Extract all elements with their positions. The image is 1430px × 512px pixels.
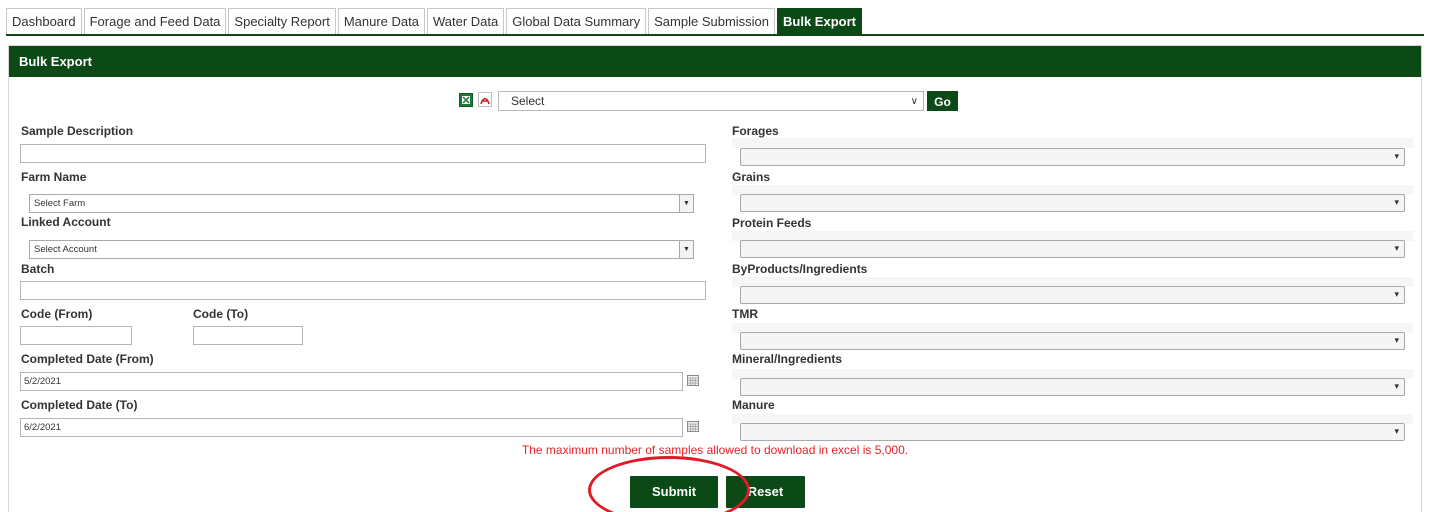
tab-water-data[interactable]: Water Data xyxy=(426,8,505,34)
tab-bulk-export[interactable]: Bulk Export xyxy=(777,8,862,34)
export-type-select[interactable]: Select ∨ xyxy=(498,91,924,111)
protein-feeds-select[interactable]: ▾ xyxy=(740,240,1405,258)
linked-account-select[interactable]: Select Account ▼ xyxy=(29,240,694,259)
chevron-down-icon: ▾ xyxy=(1394,151,1399,161)
sample-description-input[interactable] xyxy=(20,144,706,163)
chevron-down-icon: ▾ xyxy=(1394,426,1399,436)
tab-sample-submission[interactable]: Sample Submission xyxy=(648,8,776,34)
tab-specialty-report[interactable]: Specialty Report xyxy=(228,8,336,34)
calendar-icon[interactable] xyxy=(687,375,699,386)
linked-account-value: Select Account xyxy=(34,244,97,255)
pdf-icon[interactable] xyxy=(478,92,492,107)
mineral-ingredients-label: Mineral/Ingredients xyxy=(732,352,843,366)
forages-label: Forages xyxy=(732,124,779,138)
code-from-label: Code (From) xyxy=(21,307,93,321)
tab-manure-data[interactable]: Manure Data xyxy=(337,8,425,34)
sample-description-label: Sample Description xyxy=(21,124,134,138)
code-to-input[interactable] xyxy=(193,326,303,345)
batch-label: Batch xyxy=(21,262,55,276)
main-tabs: Dashboard Forage and Feed Data Specialty… xyxy=(6,6,864,34)
batch-input[interactable] xyxy=(20,281,706,300)
tab-global-data-summary[interactable]: Global Data Summary xyxy=(506,8,647,34)
tabs-underline xyxy=(6,34,1424,36)
chevron-down-icon: ▾ xyxy=(1394,197,1399,207)
tab-forage-and-feed-data[interactable]: Forage and Feed Data xyxy=(83,8,227,34)
chevron-down-icon: ▾ xyxy=(1394,289,1399,299)
farm-name-label: Farm Name xyxy=(21,170,87,184)
forages-row-bg xyxy=(732,138,1413,148)
reset-button[interactable]: Reset xyxy=(726,476,805,508)
completed-date-from-label: Completed Date (From) xyxy=(21,352,154,366)
manure-label: Manure xyxy=(732,398,775,412)
calendar-icon[interactable] xyxy=(687,421,699,432)
byproducts-ingredients-select[interactable]: ▾ xyxy=(740,286,1405,304)
farm-name-select[interactable]: Select Farm ▼ xyxy=(29,194,694,213)
linked-account-label: Linked Account xyxy=(21,215,111,229)
tmr-label: TMR xyxy=(732,307,758,321)
forages-select[interactable]: ▾ xyxy=(740,148,1405,166)
code-from-input[interactable] xyxy=(20,326,132,345)
panel-title: Bulk Export xyxy=(9,46,1421,77)
grains-select[interactable]: ▾ xyxy=(740,194,1405,212)
chevron-down-icon: ▾ xyxy=(1394,243,1399,253)
completed-date-to-label: Completed Date (To) xyxy=(21,398,138,412)
protein-feeds-label: Protein Feeds xyxy=(732,216,812,230)
code-to-label: Code (To) xyxy=(193,307,249,321)
completed-date-from-input[interactable]: 5/2/2021 xyxy=(20,372,683,391)
tab-dashboard[interactable]: Dashboard xyxy=(6,8,82,34)
export-type-value: Select xyxy=(511,94,545,108)
submit-button[interactable]: Submit xyxy=(630,476,718,508)
excel-icon[interactable] xyxy=(459,93,473,107)
chevron-down-icon: ▾ xyxy=(1394,335,1399,345)
manure-select[interactable]: ▾ xyxy=(740,423,1405,441)
grains-label: Grains xyxy=(732,170,771,184)
chevron-down-icon: ∨ xyxy=(910,96,918,107)
chevron-down-icon: ▾ xyxy=(1394,381,1399,391)
farm-name-value: Select Farm xyxy=(34,198,86,209)
completed-date-to-input[interactable]: 6/2/2021 xyxy=(20,418,683,437)
byproducts-ingredients-label: ByProducts/Ingredients xyxy=(732,262,868,276)
mineral-ingredients-select[interactable]: ▾ xyxy=(740,378,1405,396)
tmr-select[interactable]: ▾ xyxy=(740,332,1405,350)
dropdown-arrow-icon: ▼ xyxy=(679,241,693,258)
max-samples-warning: The maximum number of samples allowed to… xyxy=(521,443,909,457)
go-button[interactable]: Go xyxy=(927,91,958,111)
dropdown-arrow-icon: ▼ xyxy=(679,195,693,212)
